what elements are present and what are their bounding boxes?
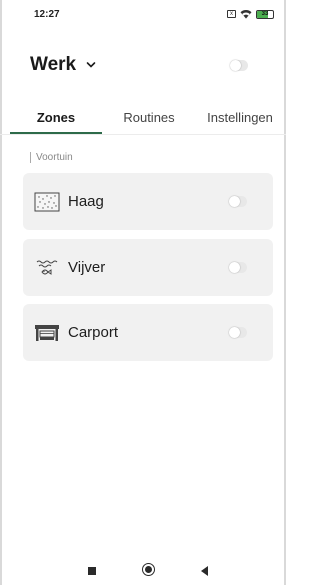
status-time: 12:27 <box>34 8 60 20</box>
location-selector[interactable]: Werk <box>30 54 96 76</box>
toggle-knob <box>229 262 240 273</box>
pond-icon <box>34 257 60 279</box>
wifi-icon <box>240 10 252 19</box>
carport-icon <box>34 322 60 344</box>
zone-card-haag[interactable]: Haag <box>23 173 273 230</box>
toggle-knob <box>229 327 240 338</box>
tab-routines[interactable]: Routines <box>104 100 194 134</box>
zone-toggle-haag[interactable] <box>229 196 247 207</box>
status-bar: 12:27 x 33 <box>0 0 286 28</box>
section-label: Voortuin <box>30 152 73 163</box>
zone-toggle-vijver[interactable] <box>229 262 247 273</box>
home-button[interactable] <box>142 563 155 576</box>
hedge-icon <box>34 191 60 213</box>
header: Werk <box>30 50 256 80</box>
battery-level: 33 <box>261 11 269 17</box>
zone-toggle-carport[interactable] <box>229 327 247 338</box>
battery-icon: 33 <box>256 9 274 19</box>
toggle-knob <box>229 196 240 207</box>
back-button[interactable] <box>201 566 208 576</box>
sim-card-icon: x <box>227 10 236 18</box>
system-nav-bar <box>0 557 286 585</box>
status-icons: x 33 <box>227 9 274 19</box>
page-title: Werk <box>30 54 77 75</box>
chevron-down-icon <box>86 62 96 68</box>
master-toggle[interactable] <box>230 59 248 71</box>
tabs-divider <box>0 134 286 135</box>
zone-card-carport[interactable]: Carport <box>23 304 273 361</box>
home-icon <box>145 566 152 573</box>
tab-zones[interactable]: Zones <box>10 100 102 134</box>
tab-bar: Zones Routines Instellingen <box>0 100 286 134</box>
tab-settings[interactable]: Instellingen <box>196 100 284 134</box>
zone-label: Haag <box>68 193 104 210</box>
zone-card-vijver[interactable]: Vijver <box>23 239 273 296</box>
zone-label: Vijver <box>68 259 106 276</box>
toggle-knob <box>230 59 241 71</box>
zone-label: Carport <box>68 324 119 341</box>
recent-apps-button[interactable] <box>88 567 96 575</box>
